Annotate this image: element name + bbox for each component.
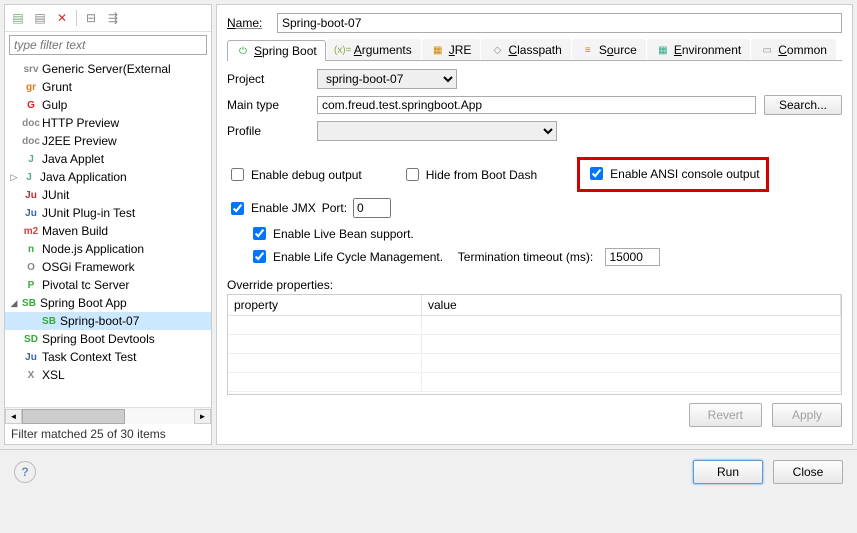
tree-item[interactable]: SDSpring Boot Devtools [5, 330, 211, 348]
tab-jre[interactable]: ▦JRE [422, 39, 481, 60]
jmx-port-input[interactable] [353, 198, 391, 218]
tabs-row: ⏻Spring Boot(x)=Arguments▦JRE◇Classpath≡… [227, 39, 842, 61]
profile-select[interactable] [317, 121, 557, 141]
close-button[interactable]: Close [773, 460, 843, 484]
override-properties-label: Override properties: [227, 278, 842, 292]
tree-item[interactable]: JuTask Context Test [5, 348, 211, 366]
tree-item[interactable]: ◢SBSpring Boot App [5, 294, 211, 312]
hide-from-dash-checkbox[interactable]: Hide from Boot Dash [402, 165, 537, 184]
port-label: Port: [322, 201, 347, 215]
termination-timeout-input[interactable] [605, 248, 660, 266]
maintype-label: Main type [227, 98, 317, 112]
config-tree[interactable]: srvGeneric Server(ExternalgrGruntGGulpdo… [5, 58, 211, 407]
run-button[interactable]: Run [693, 460, 763, 484]
horizontal-scrollbar[interactable]: ◄ ► [5, 407, 211, 424]
override-properties-table[interactable]: property value [227, 294, 842, 395]
left-panel: ▤ ▤ ✕ ⊟ ⇶ srvGeneric Server(ExternalgrGr… [4, 4, 212, 445]
maintype-input[interactable] [317, 96, 756, 114]
enable-debug-checkbox[interactable]: Enable debug output [227, 165, 362, 184]
enable-jmx-checkbox[interactable]: Enable JMX [227, 199, 316, 218]
col-property[interactable]: property [228, 295, 422, 316]
tree-item[interactable]: XXSL [5, 366, 211, 384]
tab-source[interactable]: ≡Source [572, 39, 646, 60]
tree-item[interactable]: SBSpring-boot-07 [5, 312, 211, 330]
profile-label: Profile [227, 124, 317, 138]
tree-item[interactable]: docJ2EE Preview [5, 132, 211, 150]
tab-arguments[interactable]: (x)=Arguments [327, 39, 421, 60]
enable-ansi-checkbox[interactable]: Enable ANSI console output [586, 164, 759, 183]
right-panel: Name: ⏻Spring Boot(x)=Arguments▦JRE◇Clas… [216, 4, 853, 445]
termination-timeout-label: Termination timeout (ms): [458, 250, 593, 264]
collapse-all-button[interactable]: ⊟ [81, 8, 101, 28]
live-bean-checkbox[interactable]: Enable Live Bean support. [249, 224, 414, 243]
tab-common[interactable]: ▭Common [751, 39, 836, 60]
tree-item[interactable]: ▷JJava Application [5, 168, 211, 186]
apply-button[interactable]: Apply [772, 403, 842, 427]
new-config-button[interactable]: ▤ [8, 8, 28, 28]
tree-item[interactable]: grGrunt [5, 78, 211, 96]
tree-item[interactable]: JuJUnit [5, 186, 211, 204]
filter-input[interactable] [9, 35, 207, 55]
ansi-highlight-box: Enable ANSI console output [577, 157, 768, 192]
tree-item[interactable]: JuJUnit Plug-in Test [5, 204, 211, 222]
help-icon[interactable]: ? [14, 461, 36, 483]
tab-classpath[interactable]: ◇Classpath [481, 39, 570, 60]
filter-button[interactable]: ⇶ [103, 8, 123, 28]
tree-item[interactable]: PPivotal tc Server [5, 276, 211, 294]
delete-button[interactable]: ✕ [52, 8, 72, 28]
tree-item[interactable]: JJava Applet [5, 150, 211, 168]
tree-item[interactable]: nNode.js Application [5, 240, 211, 258]
tree-item[interactable]: docHTTP Preview [5, 114, 211, 132]
search-button[interactable]: Search... [764, 95, 842, 115]
duplicate-button[interactable]: ▤ [30, 8, 50, 28]
name-label: Name: [227, 16, 277, 30]
lifecycle-checkbox[interactable]: Enable Life Cycle Management. [249, 247, 443, 266]
filter-status: Filter matched 25 of 30 items [5, 424, 211, 444]
tree-item[interactable]: OOSGi Framework [5, 258, 211, 276]
tree-item[interactable]: GGulp [5, 96, 211, 114]
project-select[interactable]: spring-boot-07 [317, 69, 457, 89]
tree-item[interactable]: m2Maven Build [5, 222, 211, 240]
tab-environment[interactable]: ▦Environment [647, 39, 750, 60]
col-value[interactable]: value [422, 295, 841, 316]
name-input[interactable] [277, 13, 842, 33]
project-label: Project [227, 72, 317, 86]
bottom-bar: ? Run Close [0, 450, 857, 494]
revert-button[interactable]: Revert [689, 403, 762, 427]
tab-spring-boot[interactable]: ⏻Spring Boot [227, 40, 326, 61]
tree-item[interactable]: srvGeneric Server(External [5, 60, 211, 78]
tree-toolbar: ▤ ▤ ✕ ⊟ ⇶ [5, 5, 211, 32]
